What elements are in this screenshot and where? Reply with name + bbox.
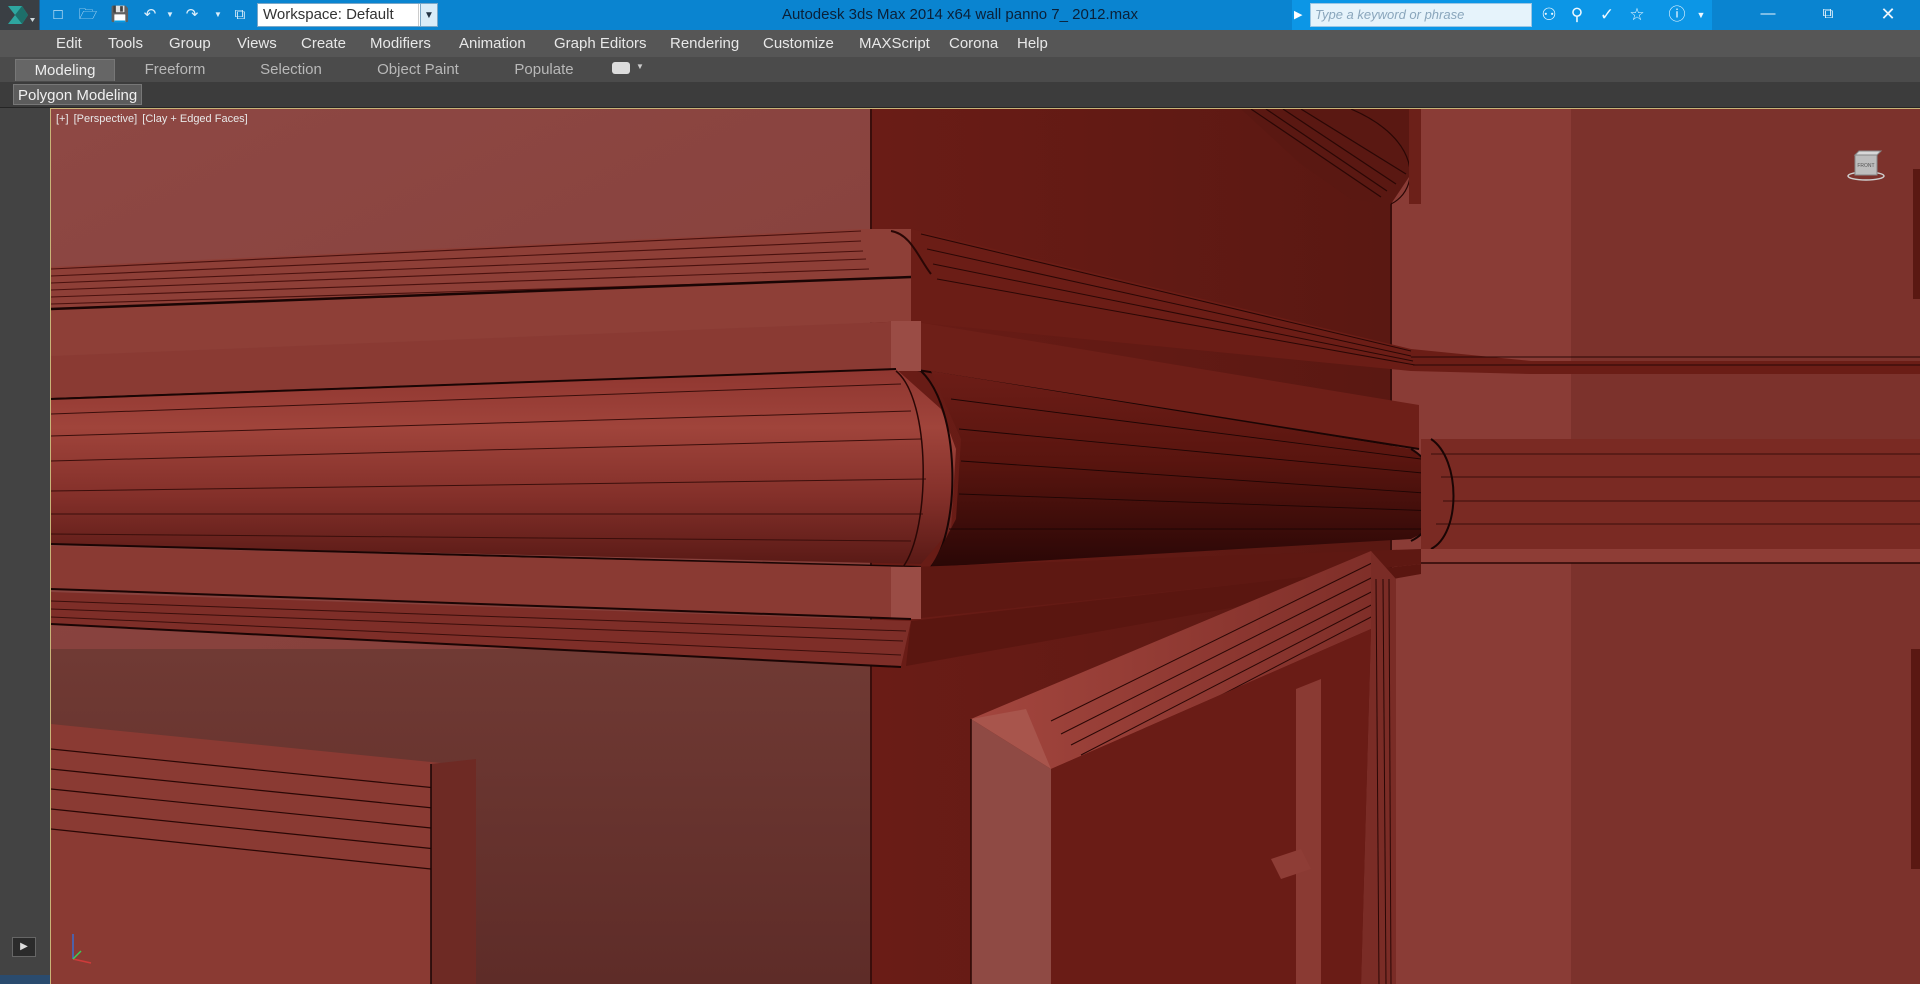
- workspace-select[interactable]: Workspace: Default ▾: [257, 3, 437, 27]
- viewcube-icon[interactable]: FRONT: [1847, 149, 1885, 183]
- status-accent: [0, 975, 50, 984]
- chevron-down-icon[interactable]: ▼: [636, 62, 644, 71]
- title-bar: □ 🗁 💾 ↶ ▼ ↷ ▼ ⧉ Workspace: Default ▾ ▼ A…: [0, 0, 1920, 30]
- restore-button[interactable]: ⧉: [1800, 0, 1856, 30]
- tab-freeform[interactable]: Freeform: [130, 59, 220, 81]
- subscription-icon[interactable]: ⚲: [1566, 4, 1588, 26]
- tab-populate[interactable]: Populate: [500, 59, 588, 81]
- menu-customize[interactable]: Customize: [763, 30, 834, 57]
- menu-animation[interactable]: Animation: [459, 30, 526, 57]
- menu-views[interactable]: Views: [237, 30, 277, 57]
- menu-modifiers[interactable]: Modifiers: [370, 30, 431, 57]
- project-icon[interactable]: ⧉: [230, 5, 250, 25]
- 3dsmax-logo-icon: [8, 6, 35, 24]
- application-menu-button[interactable]: [0, 0, 40, 30]
- menu-maxscript[interactable]: MAXScript: [859, 30, 930, 57]
- undo-dropdown-icon[interactable]: ▼: [160, 5, 180, 25]
- undo-icon[interactable]: ↶: [140, 5, 160, 25]
- perspective-viewport[interactable]: [+] [Perspective] [Clay + Edged Faces] F…: [50, 108, 1920, 984]
- redo-dropdown-icon[interactable]: ▼: [208, 5, 228, 25]
- communication-icon[interactable]: ✓: [1596, 4, 1618, 26]
- viewport-pov-menu[interactable]: [Perspective]: [74, 113, 138, 125]
- favorites-icon[interactable]: ☆: [1626, 4, 1648, 26]
- binoculars-icon[interactable]: ⚇: [1538, 4, 1560, 26]
- tab-modeling[interactable]: Modeling: [15, 59, 115, 81]
- help-dropdown-icon[interactable]: ▼: [1690, 4, 1712, 26]
- tab-object-paint[interactable]: Object Paint: [368, 59, 468, 81]
- window-title: Autodesk 3ds Max 2014 x64 wall panno 7_ …: [781, 6, 1139, 23]
- new-icon[interactable]: □: [48, 5, 68, 25]
- search-input[interactable]: Type a keyword or phrase: [1310, 3, 1532, 27]
- minimize-button[interactable]: —: [1740, 0, 1796, 30]
- scene-render: [51, 109, 1920, 984]
- viewport-plus-menu[interactable]: [+]: [56, 113, 69, 125]
- workspace-label: Workspace: Default: [263, 6, 394, 23]
- help-icon[interactable]: ⓘ: [1666, 4, 1688, 26]
- menu-help[interactable]: Help: [1017, 30, 1048, 57]
- save-icon[interactable]: 💾: [110, 5, 130, 25]
- redo-icon[interactable]: ↷: [182, 5, 202, 25]
- panel-polygon-modeling[interactable]: Polygon Modeling: [13, 84, 143, 105]
- search-expand-icon[interactable]: ▶: [1294, 8, 1302, 21]
- menu-corona[interactable]: Corona: [949, 30, 998, 57]
- viewport-label: [+] [Perspective] [Clay + Edged Faces]: [56, 113, 250, 125]
- menu-group[interactable]: Group: [169, 30, 211, 57]
- play-icon[interactable]: ▶: [12, 937, 36, 957]
- menu-rendering[interactable]: Rendering: [670, 30, 739, 57]
- close-button[interactable]: ✕: [1860, 0, 1916, 30]
- quick-access-customize-icon[interactable]: ▼: [420, 3, 438, 27]
- tab-selection[interactable]: Selection: [245, 59, 337, 81]
- menu-create[interactable]: Create: [301, 30, 346, 57]
- ribbon-tab-bar: Modeling Freeform Selection Object Paint…: [0, 57, 1920, 82]
- menu-tools[interactable]: Tools: [108, 30, 143, 57]
- viewcube-front-label: FRONT: [1857, 163, 1874, 169]
- viewport-layout-strip: [0, 108, 50, 984]
- menu-bar: Edit Tools Group Views Create Modifiers …: [0, 30, 1920, 57]
- menu-graph-editors[interactable]: Graph Editors: [554, 30, 647, 57]
- menu-edit[interactable]: Edit: [56, 30, 82, 57]
- viewport-shading-menu[interactable]: [Clay + Edged Faces]: [142, 113, 247, 125]
- open-icon[interactable]: 🗁: [78, 5, 98, 25]
- ribbon-options-icon[interactable]: [612, 62, 630, 74]
- ribbon-panel: Polygon Modeling: [0, 82, 1920, 107]
